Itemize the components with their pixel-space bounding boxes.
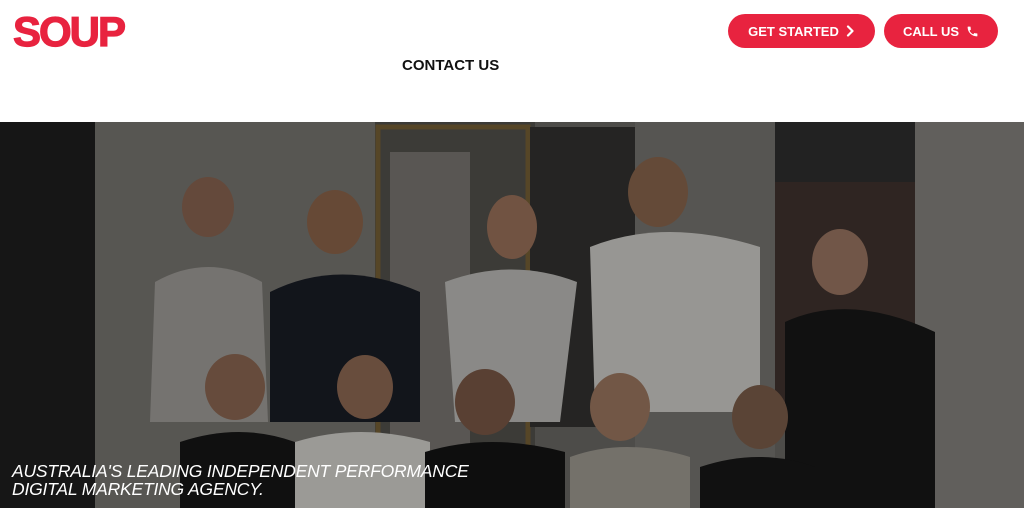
get-started-button[interactable]: GET STARTED — [728, 14, 875, 48]
call-us-label: CALL US — [902, 23, 960, 39]
get-started-label: GET STARTED — [748, 23, 839, 39]
hero-banner: AUSTRALIA'S LEADING INDEPENDENT PERFORMA… — [0, 122, 1024, 508]
hero-headline: AUSTRALIA'S LEADING INDEPENDENT PERFORMA… — [12, 462, 469, 498]
soup-logo[interactable]: SOUP — [12, 6, 126, 58]
site-header: SOUP CONTACT US GET STARTED CALL US — [0, 0, 1024, 122]
nav-link-contact-us[interactable]: CONTACT US — [402, 56, 499, 76]
team-photo — [0, 122, 1024, 508]
phone-icon — [966, 25, 979, 38]
hero-headline-line1: AUSTRALIA'S LEADING INDEPENDENT PERFORMA… — [12, 461, 469, 481]
call-us-button[interactable]: CALL US — [884, 14, 998, 48]
chevron-right-icon — [846, 25, 855, 37]
hero-headline-line2: DIGITAL MARKETING AGENCY. — [12, 479, 264, 499]
